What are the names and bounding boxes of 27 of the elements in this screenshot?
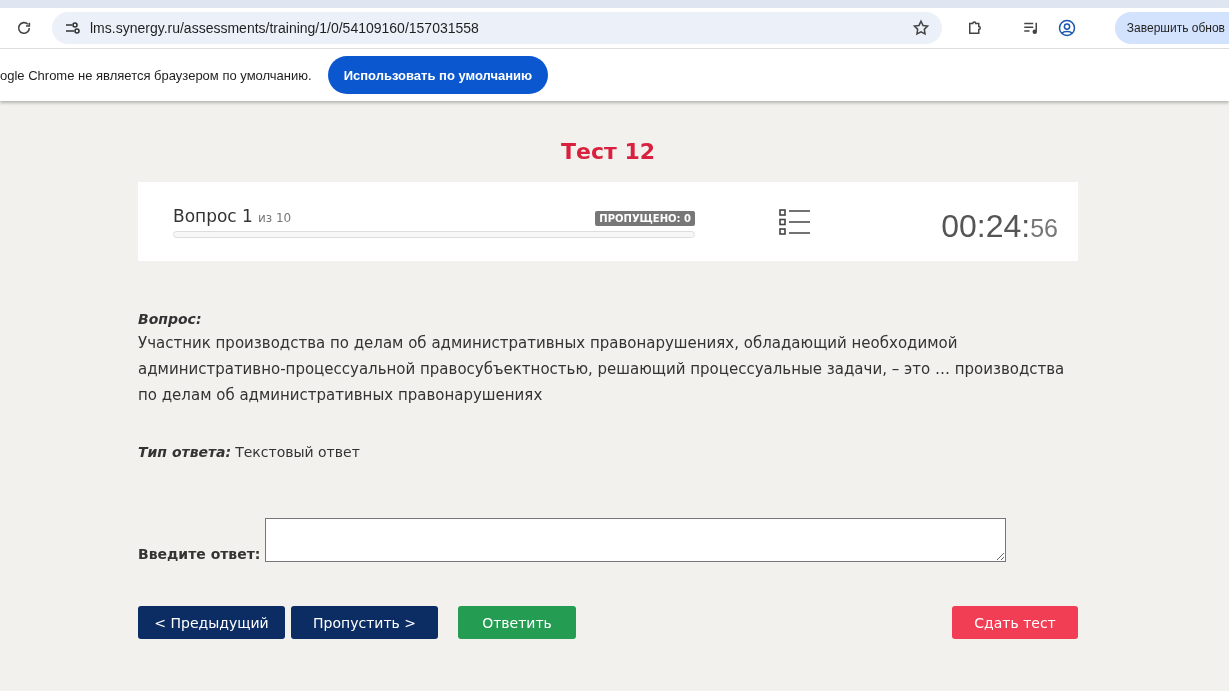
profile-icon[interactable] [1058,19,1076,37]
star-icon[interactable] [912,19,930,37]
test-title: Тест 12 [560,139,656,164]
reload-icon[interactable] [16,20,32,36]
answer-type-value: Текстовый ответ [235,444,360,460]
url-text: lms.synergy.ru/assessments/training/1/0/54109160/157031558 [90,20,480,36]
nav-button[interactable]: Пропустить > [291,606,438,639]
timer-minutes: 00:24: [941,208,1031,245]
question-heading: Вопрос: [138,311,203,327]
answer-field[interactable] [265,518,1007,562]
question-list-button[interactable] [779,207,811,236]
skipped-badge: ПРОПУЩЕНО: 0 [595,210,695,226]
timer-seconds: 56 [1030,214,1058,243]
answer-label: Введите ответ: [138,546,261,562]
site-settings-icon[interactable] [64,20,80,36]
finish-button[interactable]: Сдать тест [952,606,1078,639]
list-icon [779,207,811,236]
question-text: Участник производства по делам об административных правонарушениях, обладающий необходимой административно-процессуальной правосубъектностью, решающий процессуальные задачи, – это … производства по делам об административных правонарушениях [138,333,1066,406]
address-bar[interactable]: lms.synergy.ru/assessments/training/1/0/54109160/157031558 [52,12,942,44]
puzzle-icon[interactable] [966,19,984,37]
infobar-message: ogle Chrome не является браузером по умолчанию. [0,67,312,83]
nav-button[interactable]: < Предыдущий [138,606,285,639]
question-number: Вопрос 1 [173,205,253,226]
default-browser-button[interactable]: Использовать по умолчанию [327,56,549,94]
update-button[interactable]: Завершить обнов [1114,12,1229,44]
question-total: из 10 [257,210,292,225]
answer-type-label: Тип ответа: [138,444,232,460]
